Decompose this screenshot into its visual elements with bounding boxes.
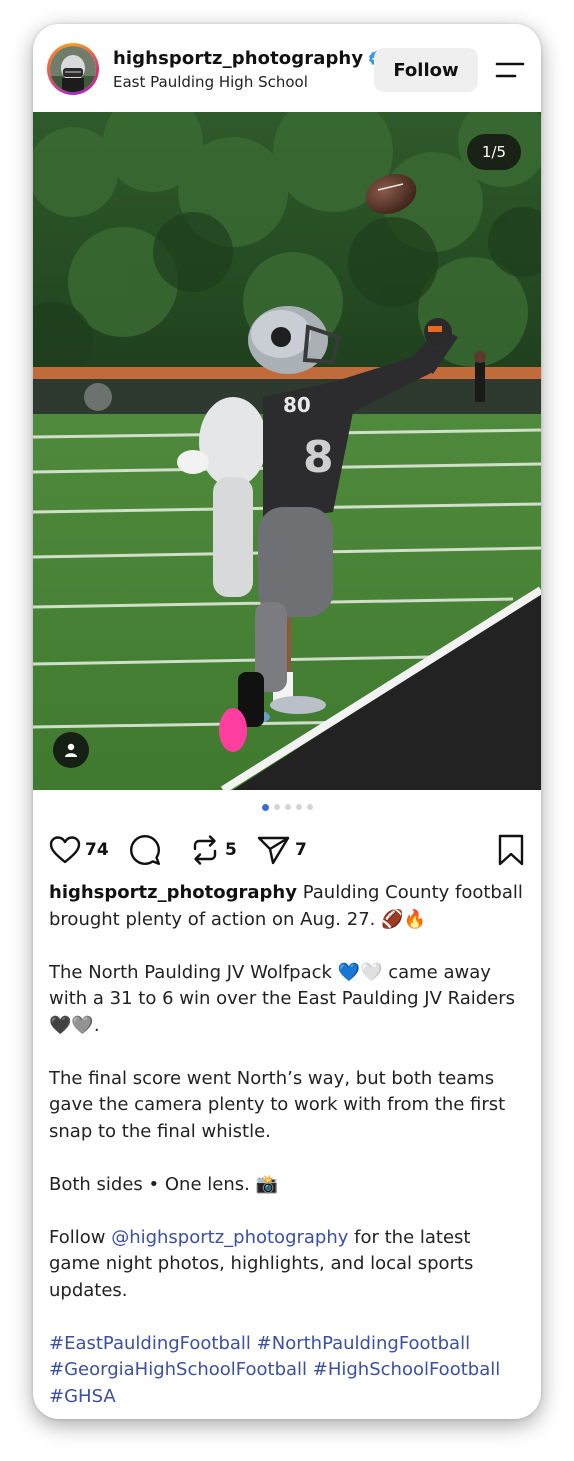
heart-icon[interactable] [49,835,81,865]
carousel-dot-5 [306,804,313,810]
like-count: 74 [85,840,109,860]
username[interactable]: highsportz_photography [113,48,363,69]
follow-button[interactable]: Follow [374,48,478,92]
svg-text:8: 8 [303,432,334,483]
caption-text-5a: Follow [49,1226,112,1248]
hashtags[interactable]: #EastPauldingFootball #NorthPauldingFoot… [49,1331,527,1411]
action-bar: 74 5 7 [49,832,525,868]
caption-paragraph-3: The final score went North’s way, but bo… [49,1067,506,1142]
share-action[interactable]: 7 [257,832,307,868]
photo-counter-badge: 1/5 [467,134,521,170]
carousel-dot-2 [273,804,280,810]
comment-action[interactable] [129,832,161,868]
tagged-users-button[interactable] [53,732,89,768]
caption-paragraph-2: The North Paulding JV Wolfpack 💙🤍 came a… [49,961,516,1036]
like-action[interactable]: 74 [49,832,109,868]
bookmark-icon[interactable] [497,834,525,866]
carousel-indicator [33,803,541,811]
share-count: 7 [295,840,307,860]
caption-paragraph-1: highsportz_photography Paulding County f… [49,880,527,933]
post-photo[interactable]: 80 8 1/5 [33,112,541,790]
repost-action[interactable]: 5 [189,832,237,868]
post-caption: highsportz_photography Paulding County f… [49,880,527,1419]
caption-username[interactable]: highsportz_photography [49,882,297,903]
avatar-image [50,46,96,92]
menu-icon[interactable] [495,60,525,80]
post-header: highsportz_photography East Paulding Hig… [33,24,541,112]
repost-count: 5 [225,840,237,860]
carousel-dot-3 [284,804,291,810]
location-label[interactable]: East Paulding High School [113,73,308,91]
svg-text:80: 80 [283,393,311,417]
repost-icon[interactable] [189,834,221,866]
caption-paragraph-5: Follow @highsportz_photography for the l… [49,1225,527,1305]
carousel-dot-1 [261,803,269,811]
comment-icon[interactable] [129,834,161,866]
avatar[interactable] [47,43,99,95]
football-photo: 80 8 [33,112,541,790]
carousel-dot-4 [295,804,302,810]
caption-paragraph-4: Both sides • One lens. 📸 [49,1173,278,1195]
username-row: highsportz_photography [113,48,385,69]
post-card: highsportz_photography East Paulding Hig… [33,24,541,1419]
share-icon[interactable] [257,834,291,866]
mention-link[interactable]: @highsportz_photography [111,1227,348,1248]
user-tag-icon [65,743,77,757]
